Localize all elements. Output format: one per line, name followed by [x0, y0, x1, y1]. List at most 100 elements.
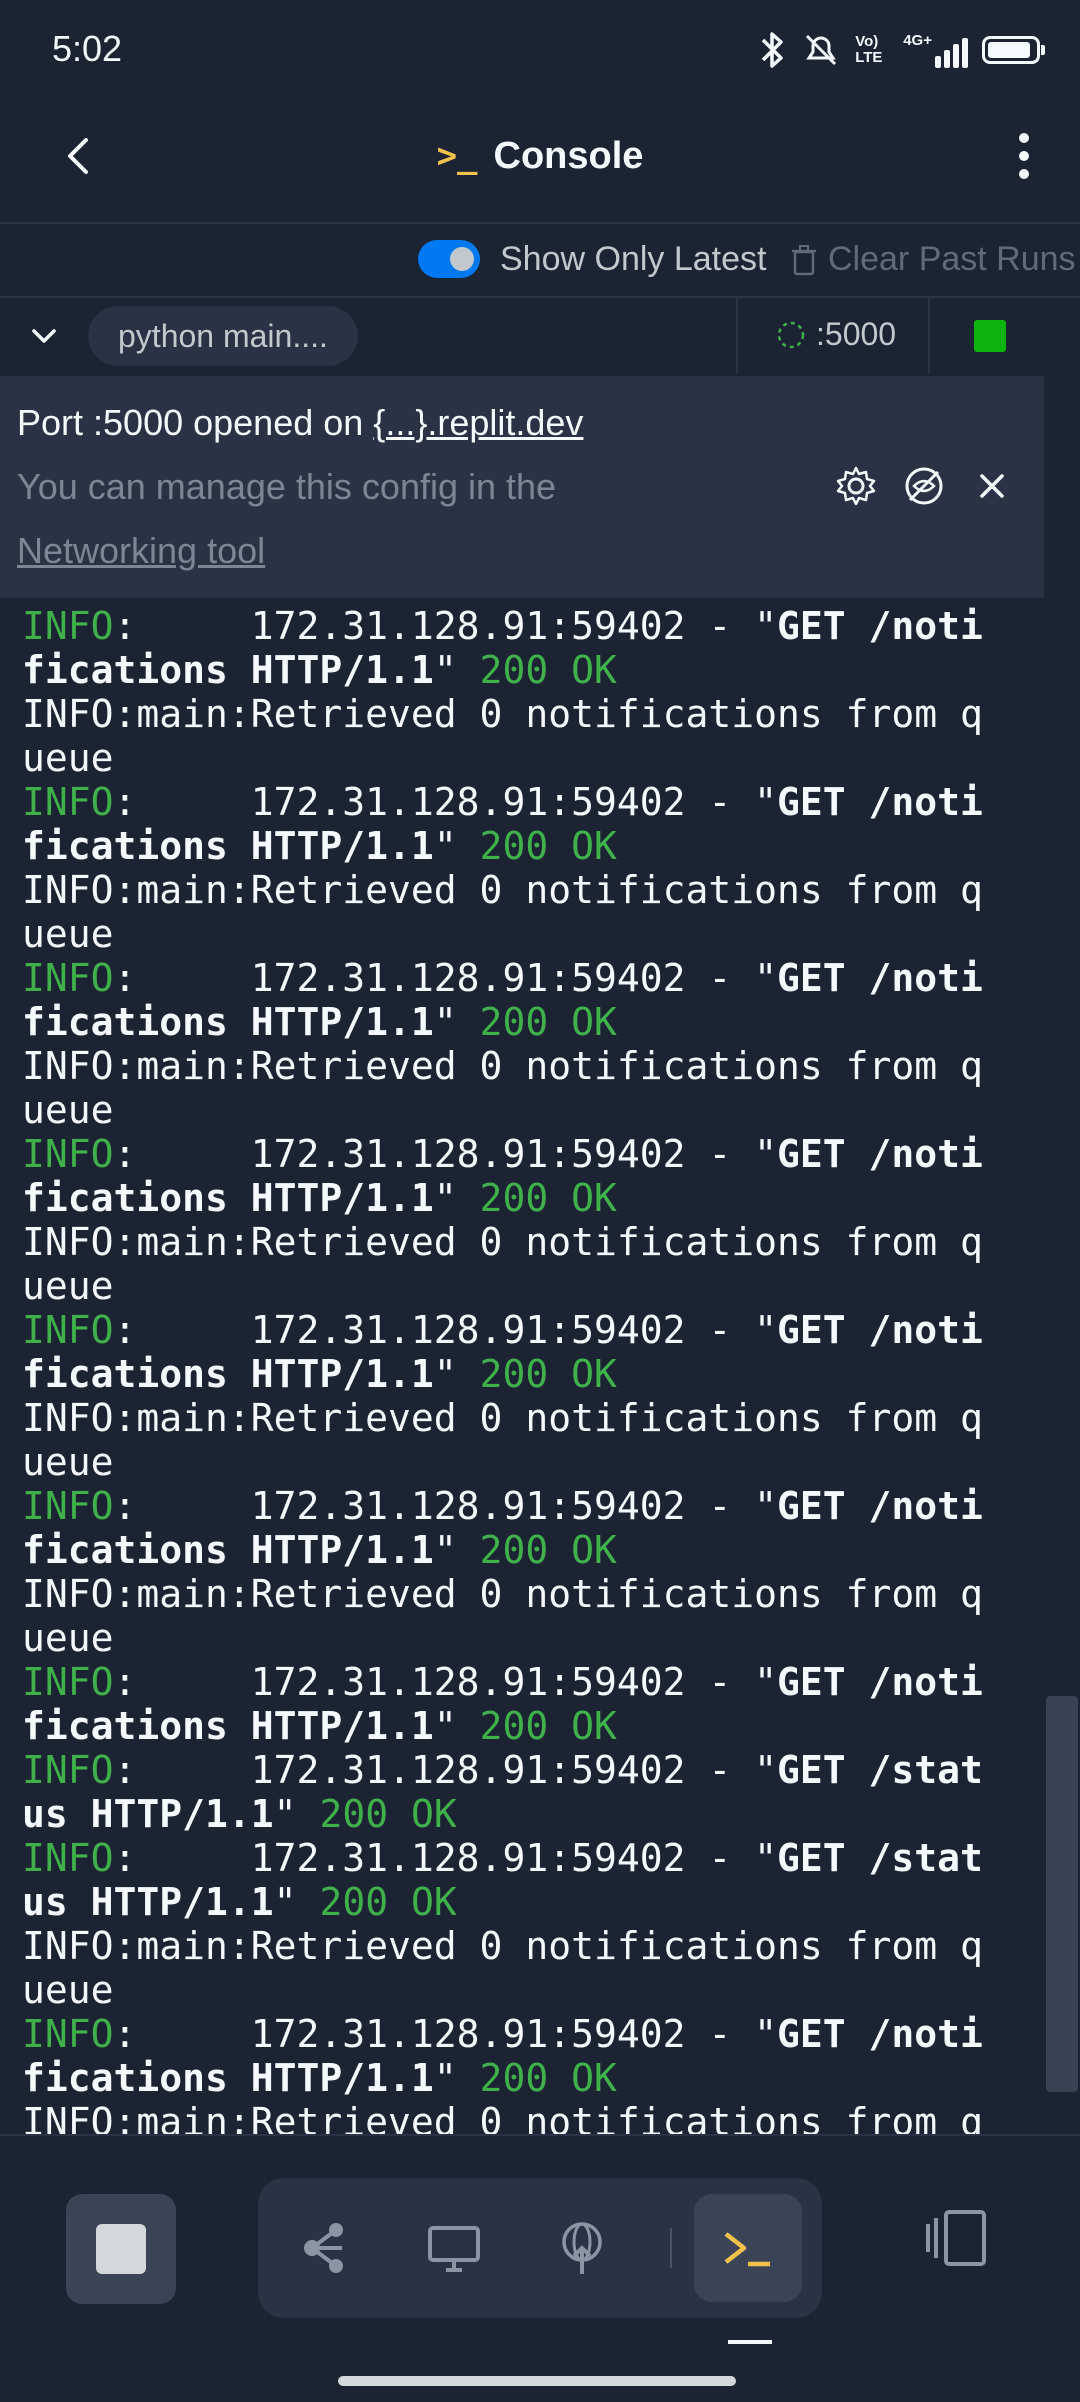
- log-line: INFO: 172.31.128.91:59402 - "GET /noti: [22, 1132, 1042, 1176]
- panes-icon[interactable]: [920, 2198, 1000, 2278]
- log-line: fications HTTP/1.1" 200 OK: [22, 2056, 1042, 2100]
- log-text: : 172.31.128.91:59402 - ": [113, 1748, 777, 1792]
- log-text: ueue: [22, 1088, 114, 1132]
- show-only-latest-toggle[interactable]: [418, 240, 480, 278]
- log-status-text: INFO: [22, 1660, 114, 1704]
- console-log[interactable]: INFO: 172.31.128.91:59402 - "GET /noti fi…: [22, 604, 1042, 2134]
- stop-icon: [96, 2224, 146, 2274]
- log-text: GET /noti: [776, 1308, 983, 1352]
- log-status-text: 200 OK: [479, 824, 617, 868]
- log-text: GET /noti: [776, 1484, 983, 1528]
- log-line: fications HTTP/1.1" 200 OK: [22, 824, 1042, 868]
- log-text: ": [433, 648, 480, 692]
- log-status-text: INFO: [22, 1132, 114, 1176]
- log-line: INFO:main:Retrieved 0 notifications from…: [22, 692, 1042, 736]
- log-text: ueue: [22, 1264, 114, 1308]
- log-text: ": [273, 1880, 320, 1924]
- log-line: INFO:main:Retrieved 0 notifications from…: [22, 1572, 1042, 1616]
- gear-icon[interactable]: [834, 464, 878, 508]
- log-text: GET /noti: [776, 780, 983, 824]
- log-line: INFO:main:Retrieved 0 notifications from…: [22, 2100, 1042, 2134]
- log-status-text: 200 OK: [479, 1176, 617, 1220]
- log-text: INFO:main:Retrieved 0 notifications from…: [22, 868, 983, 912]
- tab-git[interactable]: [272, 2194, 380, 2302]
- log-text: ": [273, 1792, 320, 1836]
- log-text: : 172.31.128.91:59402 - ": [113, 2012, 777, 2056]
- tool-tab-group: [258, 2178, 822, 2318]
- log-text: fications HTTP/1.1: [22, 1704, 434, 1748]
- stop-button[interactable]: [66, 2194, 176, 2304]
- log-text: : 172.31.128.91:59402 - ": [113, 956, 777, 1000]
- gesture-bar[interactable]: [338, 2376, 736, 2386]
- networking-icon: [562, 2222, 602, 2274]
- tab-console[interactable]: [694, 2194, 802, 2302]
- banner-actions: [834, 464, 1014, 508]
- log-text: GET /noti: [776, 1132, 983, 1176]
- mute-icon: [806, 34, 837, 66]
- toggle-knob: [450, 247, 474, 271]
- divider: [736, 298, 738, 374]
- log-status-text: 200 OK: [319, 1792, 457, 1836]
- status-bar: 5:02 Vo) LTE 4G+: [0, 0, 1080, 100]
- log-text: ueue: [22, 736, 114, 780]
- log-text: : 172.31.128.91:59402 - ": [113, 1308, 777, 1352]
- log-line: us HTTP/1.1" 200 OK: [22, 1792, 1042, 1836]
- log-text: GET /stat: [776, 1748, 983, 1792]
- log-text: INFO:main:Retrieved 0 notifications from…: [22, 1044, 983, 1088]
- log-line: ueue: [22, 1264, 1042, 1308]
- divider: [670, 2228, 672, 2268]
- clear-past-runs-label: Clear Past Runs: [828, 240, 1076, 278]
- log-status-text: 200 OK: [479, 648, 617, 692]
- hide-eye-icon[interactable]: [902, 464, 946, 508]
- run-command-pill[interactable]: python main....: [88, 306, 358, 366]
- log-line: fications HTTP/1.1" 200 OK: [22, 1528, 1042, 1572]
- log-line: INFO: 172.31.128.91:59402 - "GET /noti: [22, 1660, 1042, 1704]
- log-scrollbar[interactable]: [1046, 1696, 1078, 2092]
- log-text: : 172.31.128.91:59402 - ": [113, 604, 777, 648]
- log-text: ueue: [22, 1968, 114, 2012]
- volte-icon: Vo) LTE: [855, 33, 883, 66]
- banner-config-text: You can manage this config in the: [17, 466, 557, 507]
- log-status-text: INFO: [22, 2012, 114, 2056]
- log-text: ": [433, 1528, 480, 1572]
- log-line: ueue: [22, 1088, 1042, 1132]
- active-tab-indicator: [728, 2340, 772, 2344]
- log-text: INFO:main:Retrieved 0 notifications from…: [22, 692, 983, 736]
- tab-webview[interactable]: [400, 2194, 508, 2302]
- close-icon[interactable]: [970, 464, 1014, 508]
- log-status-text: INFO: [22, 604, 114, 648]
- log-line: ueue: [22, 1968, 1042, 2012]
- more-vert-icon[interactable]: [1004, 126, 1044, 186]
- log-line: INFO:main:Retrieved 0 notifications from…: [22, 1924, 1042, 1968]
- log-line: INFO: 172.31.128.91:59402 - "GET /noti: [22, 2012, 1042, 2056]
- tab-networking[interactable]: [528, 2194, 636, 2302]
- log-text: fications HTTP/1.1: [22, 2056, 434, 2100]
- log-text: us HTTP/1.1: [22, 1880, 274, 1924]
- port-label: :5000: [816, 316, 897, 352]
- replit-dev-link[interactable]: {...}.replit.dev: [373, 402, 583, 443]
- log-line: INFO: 172.31.128.91:59402 - "GET /noti: [22, 956, 1042, 1000]
- log-text: ": [433, 1000, 480, 1044]
- log-text: ": [433, 2056, 480, 2100]
- log-status-text: INFO: [22, 1748, 114, 1792]
- chevron-down-icon[interactable]: [26, 318, 62, 354]
- battery-icon: [982, 36, 1045, 64]
- log-text: fications HTTP/1.1: [22, 1528, 434, 1572]
- log-line: INFO: 172.31.128.91:59402 - "GET /noti: [22, 1484, 1042, 1528]
- port-indicator[interactable]: :5000: [776, 316, 896, 353]
- log-line: ueue: [22, 1440, 1042, 1484]
- networking-tool-link[interactable]: Networking tool: [17, 530, 265, 572]
- log-line: us HTTP/1.1" 200 OK: [22, 1880, 1042, 1924]
- log-text: : 172.31.128.91:59402 - ": [113, 1836, 777, 1880]
- status-time: 5:02: [52, 28, 123, 69]
- log-line: INFO:main:Retrieved 0 notifications from…: [22, 1044, 1042, 1088]
- log-text: GET /noti: [776, 956, 983, 1000]
- monitor-icon: [428, 2226, 480, 2272]
- console-icon: [724, 2232, 770, 2267]
- console-toolbar: Show Only Latest Clear Past Runs: [0, 224, 1080, 296]
- log-text: : 172.31.128.91:59402 - ": [113, 1484, 777, 1528]
- run-bar: python main.... :5000: [0, 298, 1080, 374]
- running-status-indicator[interactable]: [974, 320, 1006, 352]
- clear-past-runs-button[interactable]: Clear Past Runs: [790, 240, 1076, 279]
- git-branch-icon: [304, 2223, 343, 2273]
